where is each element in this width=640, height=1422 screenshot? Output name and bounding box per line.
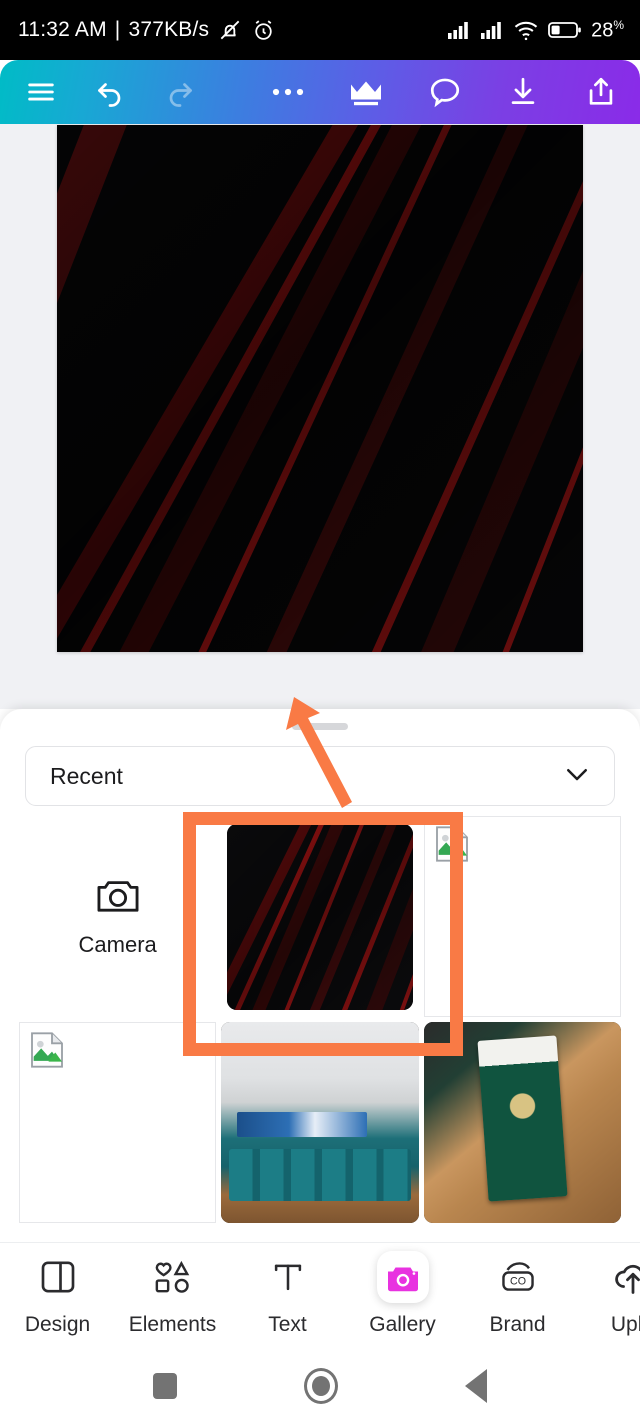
bottom-navigation: Design Elements Text Gallery CO Brand Up: [0, 1242, 640, 1350]
status-bar-left: 11:32 AM | 377KB/s: [18, 17, 276, 43]
album-dropdown-value: Recent: [50, 762, 123, 789]
gallery-item-hall[interactable]: [221, 1022, 419, 1223]
battery-percent: 28%: [591, 18, 624, 43]
download-icon[interactable]: [506, 75, 540, 109]
gallery-item-broken[interactable]: [19, 1022, 217, 1223]
nav-item-text[interactable]: Text: [230, 1251, 345, 1337]
nav-item-uploads[interactable]: Uplo: [575, 1251, 640, 1337]
three-dots-icon[interactable]: [272, 86, 304, 98]
passport-photo-content: [423, 1022, 621, 1223]
design-canvas-area: [0, 124, 640, 709]
brand-co-icon: CO: [492, 1251, 544, 1303]
signal-bars-icon: [480, 20, 504, 40]
canvas-artwork: [57, 125, 583, 652]
circle-home-icon[interactable]: [303, 1368, 338, 1404]
camera-icon: [95, 875, 141, 920]
gallery-grid: Camera: [0, 816, 640, 1223]
gallery-item-selected[interactable]: [221, 816, 419, 1017]
hamburger-menu-icon[interactable]: [24, 75, 58, 109]
alarm-clock-icon: [251, 18, 276, 43]
nav-item-gallery[interactable]: Gallery: [345, 1251, 460, 1337]
nav-label-design: Design: [24, 1313, 91, 1336]
thumbnail-artwork: [226, 823, 413, 1010]
svg-text:CO: CO: [510, 1275, 526, 1287]
broken-image-icon: [432, 824, 472, 869]
auditorium-photo-content: [221, 1022, 419, 1223]
gallery-item-passport[interactable]: [423, 1022, 621, 1223]
nav-label-uploads: Uplo: [610, 1313, 640, 1336]
gallery-camera-label: Camera: [78, 932, 157, 957]
status-bar-right: 28%: [447, 18, 624, 43]
crown-icon[interactable]: [348, 77, 384, 107]
status-network-speed: 377KB/s: [128, 18, 210, 41]
nav-label-elements: Elements: [128, 1313, 217, 1336]
auditorium-photo-thumbnail[interactable]: [221, 1022, 419, 1223]
redo-icon[interactable]: [162, 74, 198, 110]
editor-toolbar: [0, 60, 640, 124]
broken-image-icon: [27, 1030, 67, 1075]
selected-red-abstract-thumbnail[interactable]: [226, 823, 413, 1010]
nav-item-brand[interactable]: CO Brand: [460, 1251, 575, 1337]
status-time: 11:32 AM: [18, 18, 107, 41]
nav-label-gallery: Gallery: [369, 1313, 436, 1336]
camera-gallery-icon: [376, 1251, 429, 1303]
bell-muted-icon: [217, 17, 243, 43]
nav-item-elements[interactable]: Elements: [115, 1251, 230, 1337]
toolbar-right-group: [272, 75, 618, 109]
status-bar: 11:32 AM | 377KB/s 28%: [0, 0, 640, 60]
gallery-camera-cell[interactable]: Camera: [19, 816, 217, 1017]
battery-icon: [548, 20, 582, 40]
square-recents-icon[interactable]: [153, 1373, 178, 1399]
wifi-icon: [513, 20, 539, 41]
design-canvas[interactable]: [57, 125, 583, 652]
album-dropdown[interactable]: Recent: [25, 746, 615, 806]
share-upload-icon[interactable]: [584, 75, 618, 109]
comment-bubble-icon[interactable]: [428, 75, 462, 109]
nav-label-brand: Brand: [489, 1313, 546, 1336]
nav-label-text: Text: [268, 1313, 307, 1336]
triangle-back-icon[interactable]: [464, 1369, 487, 1403]
layout-design-icon: [32, 1251, 84, 1303]
battery-unit: %: [613, 17, 624, 32]
sheet-drag-handle[interactable]: [292, 723, 348, 730]
gallery-item-broken[interactable]: [423, 816, 621, 1017]
battery-level-value: 28: [591, 19, 614, 42]
status-separator: |: [114, 18, 121, 41]
cloud-upload-icon: [607, 1251, 640, 1303]
nav-item-design[interactable]: Design: [0, 1251, 115, 1337]
android-navigation-bar: [0, 1350, 640, 1422]
undo-icon[interactable]: [92, 74, 128, 110]
chevron-down-icon: [562, 759, 592, 794]
shapes-elements-icon: [147, 1251, 199, 1303]
signal-bars-icon: [447, 20, 471, 40]
passport-photo-thumbnail[interactable]: [423, 1022, 621, 1223]
text-t-icon: [262, 1251, 314, 1303]
